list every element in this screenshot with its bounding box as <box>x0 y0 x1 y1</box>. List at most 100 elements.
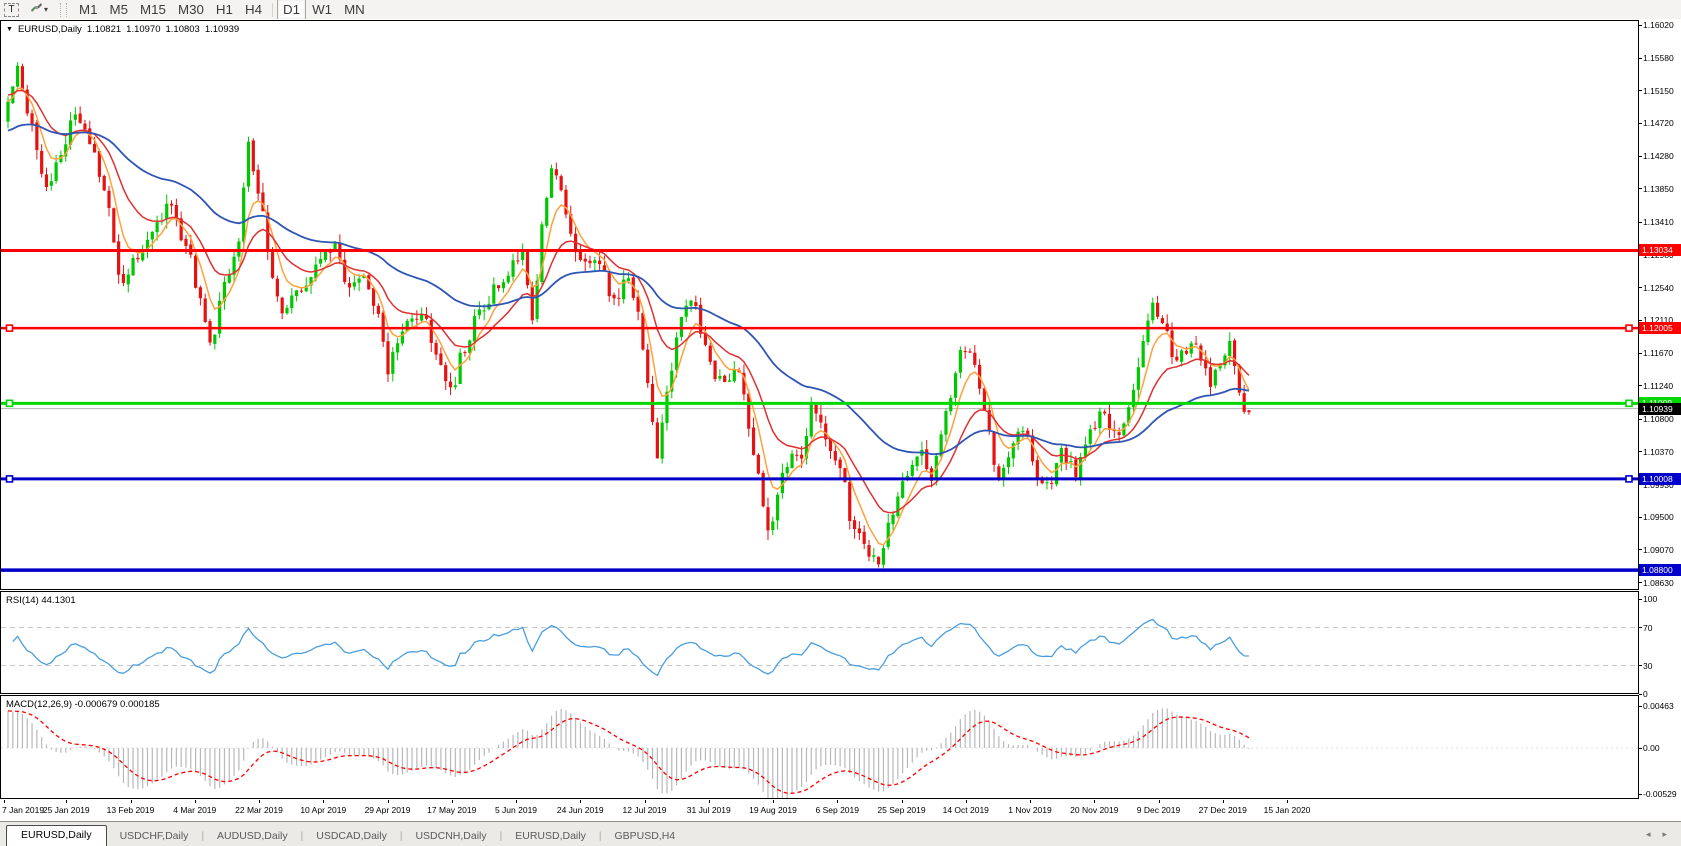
price-tick-dash <box>1639 418 1642 420</box>
date-label: 13 Feb 2019 <box>106 805 155 815</box>
date-label: 4 Mar 2019 <box>173 805 217 815</box>
date-label: 27 Dec 2019 <box>1198 805 1247 815</box>
tab-scroll-arrows: ◂ ▸ <box>1646 829 1667 840</box>
chart-tab-eurusd-daily[interactable]: EURUSD,Daily <box>6 825 107 846</box>
date-tick <box>194 800 196 803</box>
timeframe-button-m15[interactable]: M15 <box>134 0 172 20</box>
date-label: 29 Apr 2019 <box>364 805 411 815</box>
macd-panel: MACD(12,26,9) -0.000679 0.000185 <box>0 695 1639 799</box>
date-tick <box>965 800 967 803</box>
cursor-tool-button[interactable]: ▾ <box>28 2 50 17</box>
rsi-tick-dash <box>1639 665 1642 666</box>
date-tick <box>516 800 517 803</box>
chart-title[interactable]: ▼ EURUSD,Daily 1.10821 1.10970 1.10803 1… <box>6 24 239 35</box>
price-tick-dash <box>1639 516 1642 518</box>
date-label: 6 Sep 2019 <box>815 805 859 815</box>
candlestick-chart[interactable] <box>1 21 1638 589</box>
rsi-tick-dash <box>1639 627 1642 628</box>
date-tick <box>1287 800 1288 803</box>
date-tick <box>66 800 68 803</box>
date-label: 10 Apr 2019 <box>300 805 347 815</box>
chart-tab-audusd-daily[interactable]: AUDUSD,Daily <box>204 827 301 846</box>
price-tick-label: 1.09500 <box>1643 512 1674 523</box>
price-line-label: 1.13034 <box>1639 244 1681 257</box>
date-axis[interactable]: 7 Jan 2019 25 Jan 2019 13 Feb 2019 4 Mar 20… <box>0 800 1681 821</box>
macd-plot[interactable] <box>1 696 1638 798</box>
date-tick <box>837 800 839 803</box>
chart-close-value: 1.10939 <box>204 24 240 35</box>
date-label: 9 Dec 2019 <box>1136 805 1181 815</box>
rsi-tick-label: 100 <box>1643 594 1658 604</box>
price-tick-label: 1.13410 <box>1643 217 1674 228</box>
price-line-label: 1.12005 <box>1639 322 1681 335</box>
price-tick-label: 1.09070 <box>1643 544 1674 555</box>
price-tick-label: 1.16020 <box>1643 20 1674 30</box>
tab-scroll-right-icon[interactable]: ▸ <box>1662 829 1667 840</box>
date-tick <box>1030 800 1031 803</box>
timeframe-button-m5[interactable]: M5 <box>104 0 135 20</box>
price-tick-dash <box>1639 319 1642 321</box>
price-tick-dash <box>1639 549 1642 551</box>
price-tick-label: 1.12540 <box>1643 282 1674 293</box>
date-label: 22 Mar 2019 <box>235 805 283 815</box>
date-tick <box>1094 800 1096 803</box>
chart-tabs: EURUSD,Daily USDCHF,Daily | AUDUSD,Daily | U… <box>0 822 688 846</box>
rsi-tick-dash <box>1639 693 1642 695</box>
date-tick <box>708 800 710 803</box>
mt4-window: T ▾ M1 M5 M15 M30 H1 H4 D1 W1 MN ▼ EURUSD,Daily … <box>0 0 1681 846</box>
price-tick-dash <box>1639 122 1642 124</box>
price-tick-label: 1.14720 <box>1643 118 1674 129</box>
chart-tab-usdchf-daily[interactable]: USDCHF,Daily <box>107 827 202 846</box>
price-axis[interactable]: 1.16020 1.15580 1.15150 1.14720 1.14280 1.138… <box>1639 19 1681 822</box>
date-tick <box>1222 800 1224 803</box>
price-tick-dash <box>1639 188 1642 190</box>
rsi-tick-dash <box>1639 598 1642 600</box>
price-tick-label: 1.11670 <box>1643 348 1674 359</box>
macd-tick-dash <box>1639 747 1642 749</box>
text-tool-button[interactable]: T <box>4 2 19 17</box>
date-label: 31 Jul 2019 <box>686 805 731 815</box>
macd-tick-label: 0.00463 <box>1643 701 1674 711</box>
timeframe-button-m30[interactable]: M30 <box>172 0 210 20</box>
date-tick <box>773 800 774 803</box>
date-label: 5 Jun 2019 <box>494 805 538 815</box>
chart-tab-gbpusd-h4[interactable]: GBPUSD,H4 <box>601 827 688 846</box>
date-tick <box>451 800 453 803</box>
rsi-tick-label: 0 <box>1643 689 1648 699</box>
price-panel: ▼ EURUSD,Daily 1.10821 1.10970 1.10803 1… <box>0 20 1639 590</box>
date-tick <box>323 800 325 803</box>
toolbar-grip <box>60 2 68 17</box>
timeframe-button-d1[interactable]: D1 <box>277 0 307 20</box>
price-line-label: 1.10008 <box>1639 472 1681 485</box>
date-tick <box>580 800 582 803</box>
timeframe-button-m1[interactable]: M1 <box>73 0 104 20</box>
date-label: 7 Jan 2019 <box>2 805 45 815</box>
date-tick <box>1158 800 1160 803</box>
tab-scroll-left-icon[interactable]: ◂ <box>1646 829 1651 840</box>
timeframe-group: M1 M5 M15 M30 H1 H4 D1 W1 MN <box>73 0 371 20</box>
rsi-indicator-label: RSI(14) 44.1301 <box>6 595 76 606</box>
chart-tab-usdcnh-daily[interactable]: USDCNH,Daily <box>402 827 499 846</box>
price-tick-dash <box>1639 352 1642 354</box>
timeframe-button-mn[interactable]: MN <box>338 0 371 20</box>
rsi-plot[interactable] <box>1 592 1638 693</box>
top-toolbar: T ▾ M1 M5 M15 M30 H1 H4 D1 W1 MN <box>0 0 1681 20</box>
date-tick <box>4 800 5 803</box>
timeframe-button-h4[interactable]: H4 <box>239 0 268 20</box>
macd-tick-dash <box>1639 793 1642 795</box>
chart-low-value: 1.10803 <box>165 24 200 35</box>
date-label: 17 May 2019 <box>427 805 477 815</box>
date-tick <box>259 800 260 803</box>
chart-tab-eurusd-daily[interactable]: EURUSD,Daily <box>502 827 599 846</box>
chart-symbol-label: EURUSD,Daily <box>17 24 82 35</box>
cursor-arrows-icon <box>30 2 43 17</box>
timeframe-button-h1[interactable]: H1 <box>210 0 239 20</box>
macd-tick-label: 0.00 <box>1643 743 1660 753</box>
date-label: 24 Jun 2019 <box>556 805 604 815</box>
price-line-label: 1.08800 <box>1639 564 1681 577</box>
chart-window: ▼ EURUSD,Daily 1.10821 1.10970 1.10803 1… <box>0 19 1681 846</box>
rsi-tick-label: 70 <box>1643 622 1653 633</box>
price-tick-dash <box>1639 155 1642 157</box>
timeframe-button-w1[interactable]: W1 <box>306 0 338 20</box>
chart-tab-usdcad-daily[interactable]: USDCAD,Daily <box>303 827 400 846</box>
